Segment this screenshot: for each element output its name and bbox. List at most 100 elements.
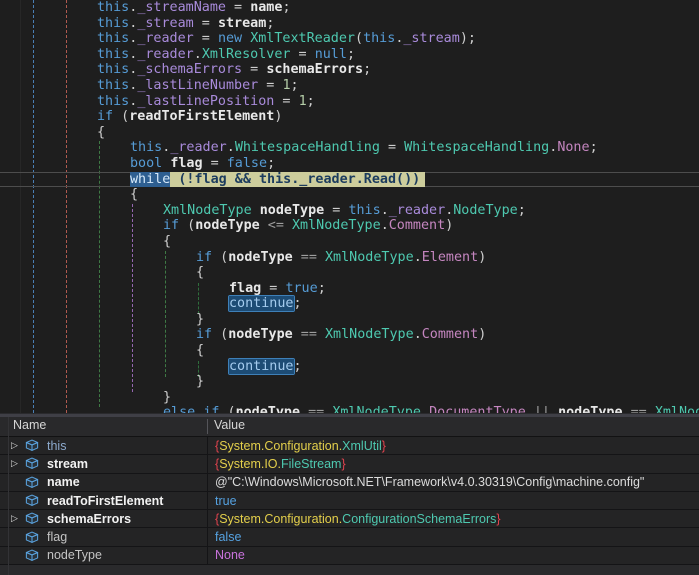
- value-segment: }: [382, 439, 386, 453]
- code-token: .: [414, 327, 422, 342]
- code-line[interactable]: }: [0, 390, 699, 406]
- locals-row-nodeType[interactable]: nodeTypeNone: [0, 547, 699, 565]
- code-token: this: [97, 31, 129, 46]
- code-line[interactable]: }: [0, 312, 699, 328]
- code-token: this: [130, 140, 162, 155]
- code-token: );: [460, 31, 476, 46]
- value-segment: @"C:\Windows\Microsoft.NET\Framework\v4.…: [215, 475, 644, 489]
- column-resize-handle[interactable]: [207, 419, 208, 434]
- code-line[interactable]: {: [0, 234, 699, 250]
- expand-arrow-icon[interactable]: ▷: [11, 514, 24, 523]
- code-token: _schemaErrors: [137, 62, 242, 77]
- field-icon: [24, 530, 40, 545]
- variable-value[interactable]: @"C:\Windows\Microsoft.NET\Framework\v4.…: [207, 474, 699, 491]
- code-line[interactable]: {: [0, 125, 699, 141]
- code-line[interactable]: this._reader.XmlResolver = null;: [0, 47, 699, 63]
- code-token: XmlResolver: [202, 47, 291, 62]
- code-token: new: [218, 31, 242, 46]
- value-segment: FileStream: [281, 457, 341, 471]
- code-token: this: [363, 31, 395, 46]
- column-header-name[interactable]: Name: [13, 418, 46, 432]
- locals-row-readToFirstElement[interactable]: readToFirstElement true: [0, 492, 699, 510]
- code-editor[interactable]: this._streamName = name;this._stream = s…: [0, 0, 699, 413]
- code-line[interactable]: else if (nodeType == XmlNodeType.Documen…: [0, 405, 699, 413]
- code-line[interactable]: {: [0, 265, 699, 281]
- code-token: {: [97, 125, 105, 140]
- panel-gutter-line: [8, 417, 9, 575]
- code-line[interactable]: this._streamName = name;: [0, 0, 699, 16]
- code-token: XmlNodeType: [163, 203, 252, 218]
- code-token: .: [381, 218, 389, 233]
- code-token: ;: [318, 281, 326, 296]
- code-token: if: [196, 250, 212, 265]
- code-token: this: [97, 0, 129, 15]
- code-token: ): [478, 250, 486, 265]
- locals-row-this[interactable]: ▷this{System.Configuration.XmlUtil}: [0, 437, 699, 455]
- code-token: ||: [526, 405, 558, 413]
- locals-row-stream[interactable]: ▷stream{System.IO.FileStream}: [0, 455, 699, 473]
- code-line-current-statement[interactable]: while (!flag && this._reader.Read()): [0, 172, 699, 188]
- column-header-value[interactable]: Value: [214, 418, 245, 432]
- code-token: }: [196, 312, 204, 327]
- code-token: .: [414, 250, 422, 265]
- code-token: {: [196, 343, 204, 358]
- code-token: ): [445, 218, 453, 233]
- value-segment: }: [341, 457, 345, 471]
- code-line[interactable]: XmlNodeType nodeType = this._reader.Node…: [0, 203, 699, 219]
- code-token: _reader: [137, 47, 193, 62]
- code-token: ;: [307, 94, 315, 109]
- expand-arrow-icon[interactable]: ▷: [11, 459, 24, 468]
- variable-value[interactable]: false: [207, 528, 699, 545]
- code-token: this: [97, 94, 129, 109]
- code-token: ==: [300, 405, 332, 413]
- field-icon: [24, 548, 40, 563]
- value-segment: true: [215, 494, 237, 508]
- code-token: bool: [130, 156, 162, 171]
- value-segment: XmlUtil: [342, 439, 382, 453]
- code-line[interactable]: this._stream = stream;: [0, 16, 699, 32]
- variable-name: readToFirstElement: [47, 494, 163, 508]
- locals-row-schemaErrors[interactable]: ▷schemaErrors{System.Configuration.Confi…: [0, 510, 699, 528]
- code-line[interactable]: this._reader = new XmlTextReader(this._s…: [0, 31, 699, 47]
- code-line[interactable]: continue;: [0, 296, 699, 312]
- code-line[interactable]: continue;: [0, 359, 699, 375]
- code-line[interactable]: {: [0, 187, 699, 203]
- code-line[interactable]: if (nodeType <= XmlNodeType.Comment): [0, 218, 699, 234]
- code-line[interactable]: this._reader.WhitespaceHandling = Whites…: [0, 140, 699, 156]
- code-token: XmlTextReader: [250, 31, 355, 46]
- code-token: ==: [623, 405, 655, 413]
- code-token: this: [97, 47, 129, 62]
- code-line[interactable]: if (readToFirstElement): [0, 109, 699, 125]
- code-token: =: [258, 78, 282, 93]
- code-token: =: [274, 94, 298, 109]
- code-line[interactable]: this._lastLinePosition = 1;: [0, 94, 699, 110]
- code-token: XmlNodeType: [292, 218, 381, 233]
- code-token: }: [196, 374, 204, 389]
- variable-value[interactable]: {System.IO.FileStream}: [207, 455, 699, 472]
- variable-value[interactable]: None: [207, 547, 699, 564]
- code-token: =: [203, 156, 227, 171]
- variable-value[interactable]: {System.Configuration.ConfigurationSchem…: [207, 510, 699, 527]
- code-token: this: [348, 203, 380, 218]
- code-line[interactable]: bool flag = false;: [0, 156, 699, 172]
- code-token: nodeType: [260, 203, 325, 218]
- value-segment: ConfigurationSchemaErrors: [342, 512, 496, 526]
- code-token: flag: [229, 281, 261, 296]
- code-token: [252, 203, 260, 218]
- locals-row-flag[interactable]: flagfalse: [0, 528, 699, 546]
- code-token: _stream: [137, 16, 193, 31]
- expand-arrow-icon[interactable]: ▷: [11, 441, 24, 450]
- variable-value[interactable]: {System.Configuration.XmlUtil}: [207, 437, 699, 454]
- code-line[interactable]: {: [0, 343, 699, 359]
- code-line[interactable]: flag = true;: [0, 281, 699, 297]
- locals-row-name[interactable]: name@"C:\Windows\Microsoft.NET\Framework…: [0, 474, 699, 492]
- code-token: 1: [299, 94, 307, 109]
- code-line[interactable]: if (nodeType == XmlNodeType.Comment): [0, 327, 699, 343]
- code-line[interactable]: if (nodeType == XmlNodeType.Element): [0, 250, 699, 266]
- code-line[interactable]: this._lastLineNumber = 1;: [0, 78, 699, 94]
- code-line[interactable]: }: [0, 374, 699, 390]
- code-token: =: [242, 62, 266, 77]
- code-token: None: [557, 140, 589, 155]
- code-line[interactable]: this._schemaErrors = schemaErrors;: [0, 62, 699, 78]
- variable-value[interactable]: true: [207, 492, 699, 509]
